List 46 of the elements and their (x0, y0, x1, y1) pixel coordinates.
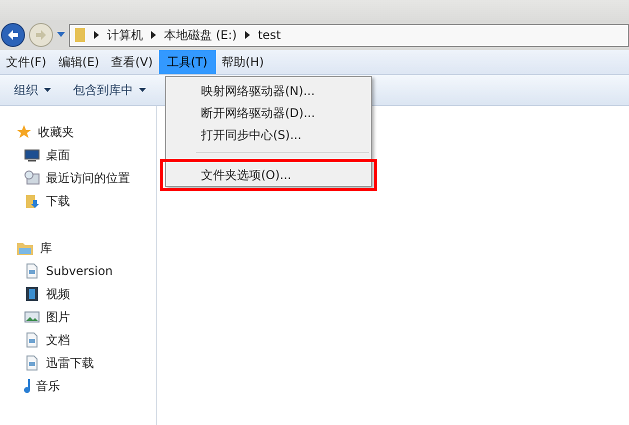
sidebar-item[interactable]: 音乐 (24, 374, 60, 397)
sidebar-item[interactable]: 视频 (24, 282, 70, 305)
breadcrumb-segment[interactable]: 本地磁盘 (E:) (164, 26, 237, 44)
document-icon (24, 332, 40, 348)
menu-item[interactable]: 帮助(H) (216, 50, 270, 74)
dropdown-item[interactable]: 断开网络驱动器(D)... (166, 102, 371, 124)
dropdown-item[interactable]: 打开同步中心(S)... (166, 124, 371, 146)
chevron-icon[interactable] (244, 31, 250, 39)
caret-icon (139, 88, 146, 92)
back-arrow-icon (7, 29, 19, 41)
back-button[interactable] (1, 23, 25, 47)
menu-item[interactable]: 工具(T) (158, 50, 216, 74)
sidebar-group[interactable]: 库 (16, 236, 52, 259)
image-icon (24, 308, 40, 324)
sidebar-group[interactable]: 收藏夹 (16, 120, 74, 143)
chevron-icon[interactable] (151, 31, 156, 39)
film-icon (24, 286, 40, 302)
address-bar[interactable]: 计算机 本地磁盘 (E:) test (69, 24, 629, 46)
download-folder-icon (24, 192, 40, 208)
document-icon (24, 354, 40, 370)
sidebar-item[interactable]: 文档 (24, 328, 70, 351)
dropdown-item[interactable]: 文件夹选项(O)... (166, 164, 371, 186)
sidebar-item[interactable]: 迅雷下载 (24, 351, 94, 374)
sidebar-item[interactable]: 桌面 (24, 143, 70, 166)
forward-arrow-icon (35, 29, 47, 41)
dropdown-item[interactable]: 映射网络驱动器(N)... (166, 80, 371, 102)
chevron-icon[interactable] (94, 31, 99, 39)
document-icon (24, 262, 40, 278)
menu-item[interactable]: 查看(V) (105, 50, 159, 74)
breadcrumb-segment[interactable]: test (258, 26, 281, 44)
star-icon (16, 124, 32, 140)
music-note-icon (24, 378, 30, 394)
menu-item[interactable]: 编辑(E) (52, 50, 106, 74)
caret-icon (44, 88, 51, 92)
dropdown-arrow-icon[interactable] (57, 32, 65, 38)
toolbar-button[interactable]: 组织 (14, 81, 51, 99)
monitor-icon (24, 146, 40, 162)
sidebar-item[interactable]: 图片 (24, 305, 70, 328)
sidebar-item[interactable]: 下载 (24, 189, 70, 212)
breadcrumb-segment[interactable]: 计算机 (107, 26, 143, 44)
folder-icon (74, 27, 86, 43)
toolbar-button[interactable]: 包含到库中 (73, 81, 146, 99)
sidebar-item[interactable]: Subversion (24, 259, 113, 282)
menu-item[interactable]: 文件(F) (0, 50, 52, 74)
recent-places-icon (24, 170, 40, 186)
sidebar-item[interactable]: 最近访问的位置 (24, 166, 130, 189)
